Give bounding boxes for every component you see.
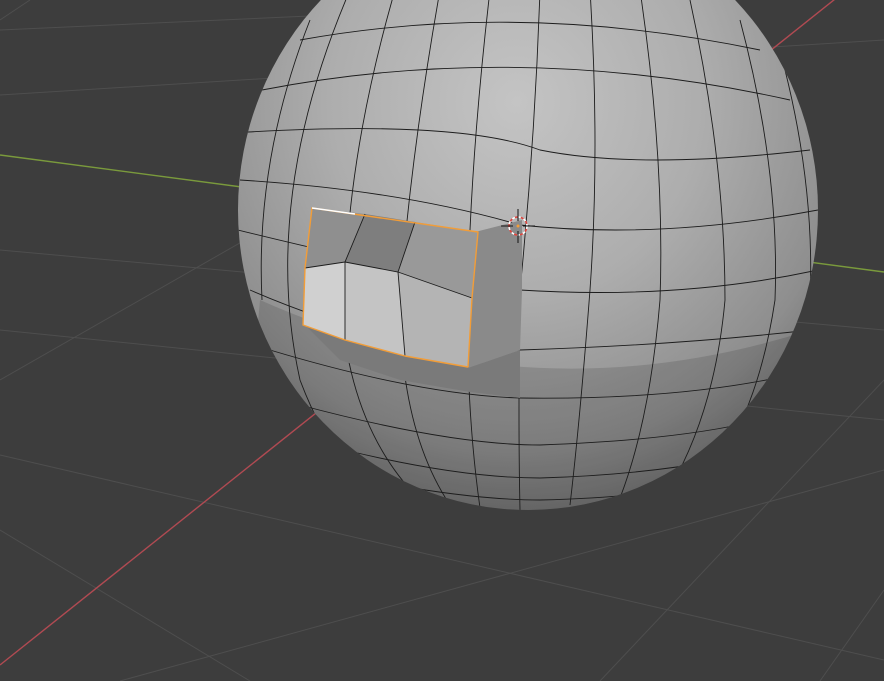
3d-viewport[interactable]: [0, 0, 884, 681]
viewport-canvas[interactable]: [0, 0, 884, 681]
uv-sphere-mesh[interactable]: [238, 0, 818, 520]
